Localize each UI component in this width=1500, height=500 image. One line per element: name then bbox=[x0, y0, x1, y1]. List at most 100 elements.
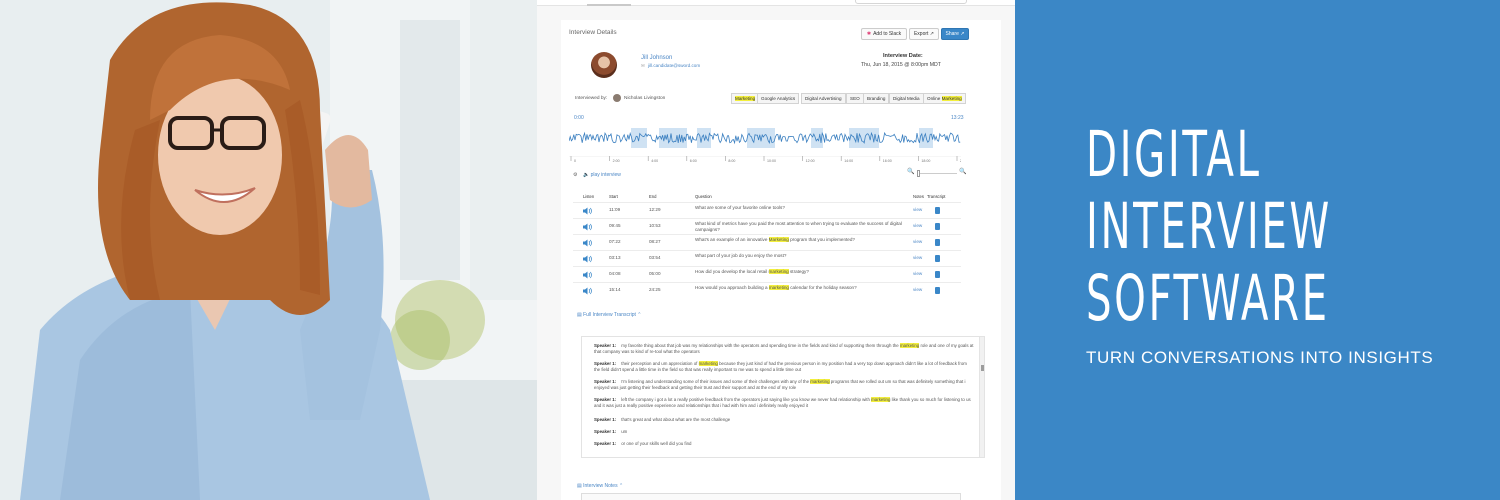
speaker-icon[interactable] bbox=[583, 255, 592, 263]
transcript-doc-icon[interactable] bbox=[935, 207, 940, 214]
row-question: What kind of metrics have you paid the m… bbox=[695, 221, 902, 233]
interview-details-card: Interview Details ✱ Add to Slack Export … bbox=[561, 20, 1001, 500]
speaker-label: Speaker 1: bbox=[594, 379, 617, 384]
speaker-icon[interactable] bbox=[583, 223, 592, 231]
table-row: 11:09 12:29 What are some of your favorite… bbox=[573, 202, 961, 218]
transcript-line: Speaker 1: left the company i got a lot a… bbox=[594, 397, 971, 409]
scrollbar-thumb[interactable] bbox=[981, 365, 984, 371]
interviewer-avatar bbox=[613, 94, 621, 102]
row-start: 09:45 bbox=[609, 223, 621, 228]
transcript-line: Speaker 1: my favorite thing about that j… bbox=[594, 343, 974, 355]
speaker-label: Speaker 1: bbox=[594, 429, 617, 434]
interview-notes-toggle[interactable]: ▤ Interview Notes ⌃ bbox=[577, 484, 623, 489]
woman-on-phone-photo bbox=[0, 0, 537, 500]
mail-icon: ✉ bbox=[641, 63, 645, 68]
tag-marketing[interactable]: Marketing bbox=[731, 93, 760, 104]
add-to-slack-button[interactable]: ✱ Add to Slack bbox=[861, 28, 907, 40]
transcript-line: Speaker 1: um bbox=[594, 429, 628, 434]
transcript-doc-icon[interactable] bbox=[935, 239, 940, 246]
row-notes-link[interactable]: view bbox=[913, 287, 922, 293]
interview-app-screenshot: Interview Details ✱ Add to Slack Export … bbox=[537, 0, 1015, 500]
zoom-slider[interactable] bbox=[917, 170, 957, 177]
speaker-icon[interactable] bbox=[583, 239, 592, 247]
ruler-tick-label: 0 bbox=[574, 159, 576, 163]
col-end: End bbox=[649, 194, 657, 199]
ruler-tick-label: 14:00 bbox=[844, 159, 853, 163]
col-notes: Notes bbox=[913, 194, 924, 199]
interviewee-name[interactable]: Jill Johnson bbox=[641, 55, 672, 61]
row-end: 03:54 bbox=[649, 255, 661, 260]
ruler-tick-label: 8:00 bbox=[728, 159, 735, 163]
transcript-doc-icon[interactable] bbox=[935, 255, 940, 262]
tag-seo[interactable]: SEO bbox=[846, 93, 864, 104]
audio-waveform[interactable] bbox=[569, 120, 961, 152]
ruler-tick-label: 12:00 bbox=[806, 159, 815, 163]
share-button[interactable]: Share ↗ bbox=[941, 28, 969, 40]
transcript-line: Speaker 1: or one of your skills well did… bbox=[594, 441, 692, 446]
app-top-bar bbox=[537, 0, 1015, 6]
top-search-input[interactable] bbox=[855, 0, 967, 4]
transcript-doc-icon[interactable] bbox=[935, 223, 940, 230]
transcript-line: Speaker 1: I'm listening and understandin… bbox=[594, 379, 966, 391]
zoom-slider-handle[interactable] bbox=[917, 170, 920, 177]
slack-icon: ✱ bbox=[866, 31, 872, 37]
row-question: What are some of your favorite online to… bbox=[695, 205, 785, 210]
transcript-doc-icon[interactable] bbox=[935, 271, 940, 278]
speaker-icon[interactable] bbox=[583, 271, 592, 279]
ruler-tick-label: 4:00 bbox=[651, 159, 658, 163]
interview-notes-input[interactable] bbox=[581, 493, 961, 500]
table-row: 04:08 05:00 How did you develop the local … bbox=[573, 266, 961, 282]
interviewee-avatar bbox=[591, 52, 617, 78]
hero-photo bbox=[0, 0, 537, 500]
tag-branding[interactable]: Branding bbox=[863, 93, 890, 104]
speaker-label: Speaker 1: bbox=[594, 361, 617, 366]
speaker-label: Speaker 1: bbox=[594, 343, 617, 348]
ruler-tick-label: 16:00 bbox=[883, 159, 892, 163]
top-tab[interactable] bbox=[587, 0, 631, 6]
row-start: 07:22 bbox=[609, 239, 621, 244]
row-question: What part of your job do you enjoy the m… bbox=[695, 253, 787, 258]
tag-digital-advertising[interactable]: Digital Advertising bbox=[801, 93, 846, 104]
transcript-doc-icon[interactable] bbox=[935, 287, 940, 294]
tag-online-marketing[interactable]: Online Marketing bbox=[923, 93, 966, 104]
timeline-ruler: 0 2:00 4:00 6:00 8:00 10:00 12:00 14:00 16:00 18:… bbox=[569, 156, 961, 163]
speaker-icon[interactable] bbox=[583, 207, 592, 215]
hero-title-line-3: SOFTWARE bbox=[1086, 262, 1330, 335]
transcript-panel[interactable]: Speaker 1: my favorite thing about that j… bbox=[581, 336, 985, 458]
zoom-in-icon[interactable]: 🔍 bbox=[959, 169, 966, 175]
ruler-tick-label: 6:00 bbox=[690, 159, 697, 163]
row-question: How did you develop the local retail mar… bbox=[695, 269, 809, 274]
row-notes-link[interactable]: view bbox=[913, 271, 922, 277]
transcript-line: Speaker 1: that's great and what about wh… bbox=[594, 417, 731, 422]
play-interview-link[interactable]: 🔈 play interview bbox=[583, 173, 621, 178]
export-button[interactable]: Export ↗ bbox=[909, 28, 939, 40]
interviewee-email[interactable]: jill.candidate@sword.com bbox=[648, 63, 700, 69]
col-transcript: Transcript bbox=[927, 194, 946, 199]
row-end: 24:25 bbox=[649, 287, 661, 292]
table-row: 15:14 24:25 How would you approach buildin… bbox=[573, 282, 961, 298]
external-link-icon: ↗ bbox=[928, 31, 935, 37]
interview-date-label: Interview Date: bbox=[883, 53, 923, 59]
row-notes-link[interactable]: view bbox=[913, 239, 922, 245]
row-notes-link[interactable]: view bbox=[913, 223, 922, 229]
transcript-scrollbar[interactable] bbox=[979, 337, 984, 457]
share-icon: ↗ bbox=[958, 31, 965, 37]
row-notes-link[interactable]: view bbox=[913, 255, 922, 261]
tag-google-analytics[interactable]: Google Analytics bbox=[757, 93, 800, 104]
zoom-out-icon[interactable]: 🔍 bbox=[907, 169, 914, 175]
interviewer-name: Nicholas Livingston bbox=[624, 96, 666, 101]
full-transcript-toggle[interactable]: ▤ Full Interview Transcript ⌃ bbox=[577, 313, 642, 318]
hero-text-panel: DIGITAL INTERVIEW SOFTWARE TURN CONVERSA… bbox=[1015, 0, 1500, 500]
interview-date-value: Thu, Jun 18, 2015 @ 8:00pm MDT bbox=[861, 62, 941, 68]
interviewed-by-label: Interviewed by: bbox=[575, 96, 608, 101]
speaker-icon[interactable] bbox=[583, 287, 592, 295]
tag-digital-media[interactable]: Digital Media bbox=[889, 93, 924, 104]
row-notes-link[interactable]: view bbox=[913, 207, 922, 213]
ruler-tick-label: 10:00 bbox=[767, 159, 776, 163]
speaker-label: Speaker 1: bbox=[594, 397, 617, 402]
row-start: 04:08 bbox=[609, 271, 621, 276]
settings-icon[interactable]: ⚙ bbox=[573, 173, 577, 178]
hero-tagline: TURN CONVERSATIONS INTO INSIGHTS bbox=[1086, 348, 1434, 367]
ruler-tick-label: 2:00 bbox=[613, 159, 620, 163]
col-start: Start bbox=[609, 194, 618, 199]
